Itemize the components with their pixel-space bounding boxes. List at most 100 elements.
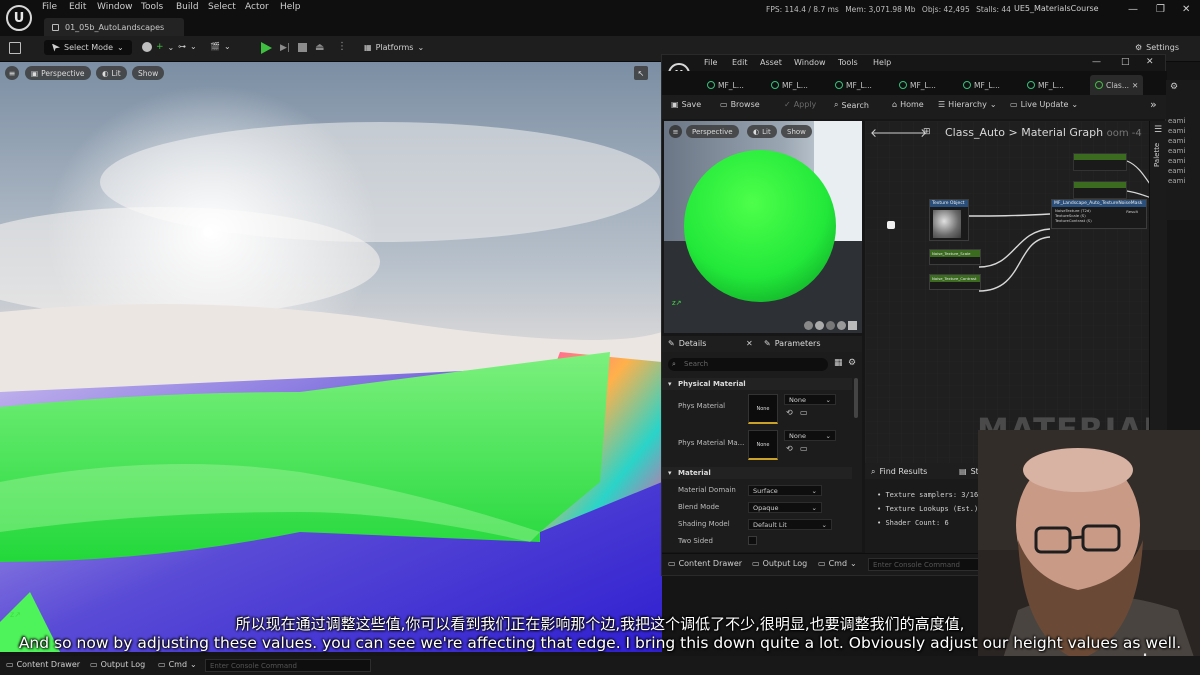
two-sided-checkbox[interactable] (748, 536, 757, 545)
mat-menu-file[interactable]: File (704, 58, 717, 67)
function-call-node[interactable]: MF_Landscape_Auto_TextureNoiseMask Noise… (1051, 199, 1147, 229)
menu-help[interactable]: Help (280, 2, 301, 12)
gear-icon[interactable]: ⚙ (1170, 82, 1178, 92)
browse-button[interactable]: ▭ Browse (720, 100, 760, 109)
settings-button[interactable]: ⚙ Settings (1135, 43, 1179, 52)
cmd-dropdown[interactable]: ▭ Cmd ⌄ (158, 660, 197, 669)
mat-menu-help[interactable]: Help (873, 58, 891, 67)
mat-cmd-dropdown[interactable]: ▭ Cmd ⌄ (818, 559, 857, 568)
parameters-tab[interactable]: ✎ Parameters (764, 339, 821, 348)
asset-item[interactable]: eami (1168, 146, 1185, 156)
hierarchy-button[interactable]: ☰ Hierarchy ⌄ (938, 100, 997, 109)
mat-menu-tools[interactable]: Tools (838, 58, 858, 67)
show-button[interactable]: Show (132, 66, 165, 80)
find-results-tab[interactable]: ⌕ Find Results (871, 467, 927, 477)
level-viewport[interactable]: ≡ ▣ Perspective ◐ Lit Show ↖ z↗ (0, 62, 662, 652)
asset-item[interactable]: eami (1168, 126, 1185, 136)
search-button[interactable]: ⌕ Search (834, 100, 869, 110)
phys-material-thumbnail[interactable]: None (748, 394, 778, 424)
details-scrollbar[interactable] (854, 378, 858, 418)
menu-select[interactable]: Select (208, 2, 236, 12)
step-icon[interactable]: ▶| (280, 43, 290, 53)
preview-show-button[interactable]: Show (781, 125, 812, 138)
maximize-icon[interactable]: ❐ (1156, 4, 1165, 15)
physical-material-section[interactable]: ▾ Physical Material (662, 378, 852, 390)
mat-menu-window[interactable]: Window (794, 58, 826, 67)
blueprint-button[interactable]: ⊶ ⌄ (178, 42, 197, 51)
table-view-icon[interactable]: ▦ (834, 358, 843, 368)
mesh-preview-icon[interactable] (848, 321, 857, 330)
platforms-dropdown[interactable]: ▦ Platforms ⌄ (364, 43, 424, 52)
apply-button[interactable]: ✓ Apply (784, 100, 816, 109)
tab-mf-4[interactable]: MF_L... (894, 75, 941, 95)
material-preview[interactable]: ≡ Perspective ◐ Lit Show z↗ (664, 121, 862, 333)
texture-object-node[interactable]: Texture Object (929, 199, 969, 241)
preview-menu-icon[interactable]: ≡ (669, 125, 682, 138)
tab-mf-3[interactable]: MF_L... (830, 75, 877, 95)
live-update-button[interactable]: ▭ Live Update ⌄ (1010, 100, 1078, 109)
more-options-icon[interactable]: ⋮ (337, 41, 347, 52)
close-icon[interactable]: ✕ (1182, 4, 1190, 15)
menu-window[interactable]: Window (97, 2, 133, 12)
cylinder-preview-icon[interactable] (804, 321, 813, 330)
preview-perspective-button[interactable]: Perspective (686, 125, 739, 138)
play-icon[interactable] (261, 42, 272, 54)
gear-icon[interactable]: ⚙ (848, 358, 856, 368)
mat-output-log-button[interactable]: ▭ Output Log (752, 559, 807, 568)
unreal-logo-icon[interactable]: U (6, 5, 32, 31)
browse-asset-icon[interactable]: ▭ (800, 408, 808, 417)
eject-icon[interactable]: ⏏ (315, 42, 324, 53)
plane-preview-icon[interactable] (826, 321, 835, 330)
shading-model-dropdown[interactable]: Default Lit ⌄ (748, 519, 832, 530)
mat-console-input[interactable]: Enter Console Command (868, 558, 996, 571)
select-tool-icon[interactable]: ↖ (634, 66, 648, 80)
param-node-top-1[interactable] (1073, 153, 1127, 171)
breadcrumb-graph[interactable]: Material Graph (1021, 126, 1103, 139)
scale-param-node[interactable]: Noise_Texture_Scale (929, 249, 981, 265)
palette-tab[interactable]: Palette (1153, 143, 1161, 167)
perspective-button[interactable]: ▣ Perspective (25, 66, 91, 80)
use-selected-icon[interactable]: ⟲ (786, 408, 793, 417)
menu-tools[interactable]: Tools (141, 2, 163, 12)
save-button[interactable]: ▣ Save (671, 100, 701, 109)
pin-result[interactable]: Result (1126, 209, 1138, 214)
details-search-input[interactable]: ⌕ Search (668, 358, 828, 371)
asset-item[interactable]: eami (1168, 116, 1185, 126)
lit-button[interactable]: ◐ Lit (96, 66, 127, 80)
blend-mode-dropdown[interactable]: Opaque ⌄ (748, 502, 822, 513)
use-selected-icon[interactable]: ⟲ (786, 444, 793, 453)
breadcrumb-asset[interactable]: Class_Auto (945, 126, 1005, 139)
minimize-icon[interactable]: — (1128, 4, 1138, 15)
tab-mf-2[interactable]: MF_L... (766, 75, 813, 95)
tab-class-auto[interactable]: Clas... ✕ (1090, 75, 1144, 95)
tab-close-icon[interactable]: ✕ (1132, 81, 1138, 90)
expand-toolbar-icon[interactable]: » (1150, 98, 1157, 111)
add-actor-button[interactable]: + ⌄ (142, 42, 174, 52)
details-close-icon[interactable]: ✕ (746, 339, 753, 348)
browse-asset-icon[interactable]: ▭ (800, 444, 808, 453)
console-input[interactable]: Enter Console Command (205, 659, 371, 672)
preview-lit-button[interactable]: ◐ Lit (747, 125, 777, 138)
menu-edit[interactable]: Edit (69, 2, 86, 12)
asset-item[interactable]: eami (1168, 166, 1185, 176)
phys-material-dropdown[interactable]: None ⌄ (784, 394, 836, 405)
menu-file[interactable]: File (42, 2, 57, 12)
cinematics-button[interactable]: 🎬 ⌄ (210, 42, 231, 51)
cube-preview-icon[interactable] (837, 321, 846, 330)
menu-build[interactable]: Build (176, 2, 199, 12)
asset-item[interactable]: eami (1168, 156, 1185, 166)
param-node-top-2[interactable] (1073, 181, 1127, 199)
mat-maximize-icon[interactable]: □ (1121, 57, 1130, 67)
content-drawer-button[interactable]: ▭ Content Drawer (6, 660, 80, 669)
tab-mf-6[interactable]: MF_L... (1022, 75, 1069, 95)
material-section[interactable]: ▾ Material (662, 467, 852, 479)
mat-menu-asset[interactable]: Asset (760, 58, 782, 67)
stop-icon[interactable] (298, 43, 307, 52)
mat-close-icon[interactable]: ✕ (1146, 57, 1154, 67)
pin-texture-contrast[interactable]: TextureContrast (S) (1055, 218, 1143, 223)
tab-mf-1[interactable]: MF_L... (702, 75, 749, 95)
tab-mf-5[interactable]: MF_L... (958, 75, 1005, 95)
viewport-menu-icon[interactable]: ≡ (5, 66, 19, 80)
details-tab[interactable]: ✎ Details (668, 339, 706, 348)
home-button[interactable]: ⌂ Home (892, 100, 924, 109)
